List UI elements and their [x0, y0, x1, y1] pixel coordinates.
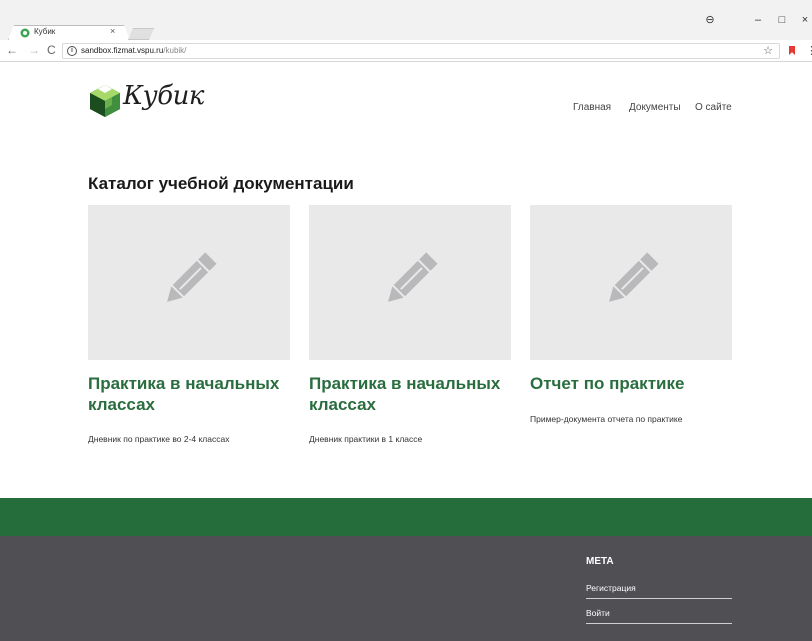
web-page: Кубик Главная Документы О сайте Каталог … [0, 62, 812, 641]
nav-link-documents[interactable]: Документы [629, 102, 681, 113]
document-card[interactable]: Отчет по практике Пример-документа отчет… [530, 205, 732, 424]
url-host: sandbox.fizmat.vspu.ru [81, 46, 164, 55]
new-tab-button[interactable] [128, 28, 154, 40]
document-card[interactable]: Практика в начальных классах Дневник по … [88, 205, 290, 444]
back-arrow-icon[interactable]: ← [6, 43, 18, 57]
maximize-button[interactable]: □ [772, 14, 792, 26]
tab-close-icon[interactable]: × [110, 26, 115, 36]
address-bar[interactable]: i sandbox.fizmat.vspu.ru/kubik/ ☆ [62, 43, 780, 59]
cube-logo-icon [90, 85, 120, 117]
footer-register-link[interactable]: Регистрация [586, 583, 732, 599]
card-title[interactable]: Практика в начальных классах [309, 373, 511, 415]
url-path: /kubik/ [163, 46, 187, 55]
pencil-icon [609, 252, 659, 302]
site-logo[interactable]: Кубик [88, 80, 204, 122]
browser-menu-icon[interactable]: ⋮ [806, 44, 812, 57]
footer-login-link[interactable]: Войти [586, 608, 732, 624]
card-description: Дневник по практике во 2-4 классах [88, 434, 230, 444]
forward-arrow-icon[interactable]: → [28, 43, 40, 57]
page-title: Каталог учебной документации [88, 174, 354, 193]
url-text: sandbox.fizmat.vspu.ru/kubik/ [81, 46, 186, 55]
card-description: Пример-документа отчета по практике [530, 414, 683, 424]
bookmark-star-icon[interactable]: ☆ [763, 44, 773, 57]
card-thumbnail[interactable] [530, 205, 732, 360]
kubik-favicon-icon [20, 28, 30, 38]
card-description: Дневник практики в 1 классе [309, 434, 423, 444]
card-thumbnail[interactable] [88, 205, 290, 360]
logo-text: Кубик [123, 81, 204, 111]
card-title[interactable]: Отчет по практике [530, 373, 732, 394]
nav-link-home[interactable]: Главная [573, 102, 611, 113]
footer-green-band [0, 498, 812, 536]
pencil-icon [167, 252, 217, 302]
close-window-button[interactable]: × [795, 14, 812, 26]
nav-link-about[interactable]: О сайте [695, 102, 732, 113]
info-icon[interactable]: i [67, 46, 77, 56]
reload-icon[interactable]: C [47, 43, 56, 57]
pencil-icon [388, 252, 438, 302]
browser-tab[interactable]: Кубик × [8, 25, 130, 40]
card-thumbnail[interactable] [309, 205, 511, 360]
browser-titlebar: Кубик × ⊖ – □ × [0, 0, 812, 40]
site-footer: META Регистрация Войти [0, 536, 812, 641]
card-title[interactable]: Практика в начальных классах [88, 373, 290, 415]
document-card[interactable]: Практика в начальных классах Дневник пра… [309, 205, 511, 444]
profile-icon[interactable]: ⊖ [700, 14, 720, 26]
footer-meta-heading: META [586, 556, 614, 567]
minimize-button[interactable]: – [748, 14, 768, 26]
tab-title: Кубик [34, 27, 56, 36]
browser-toolbar: ← → C i sandbox.fizmat.vspu.ru/kubik/ ☆ [0, 40, 812, 62]
